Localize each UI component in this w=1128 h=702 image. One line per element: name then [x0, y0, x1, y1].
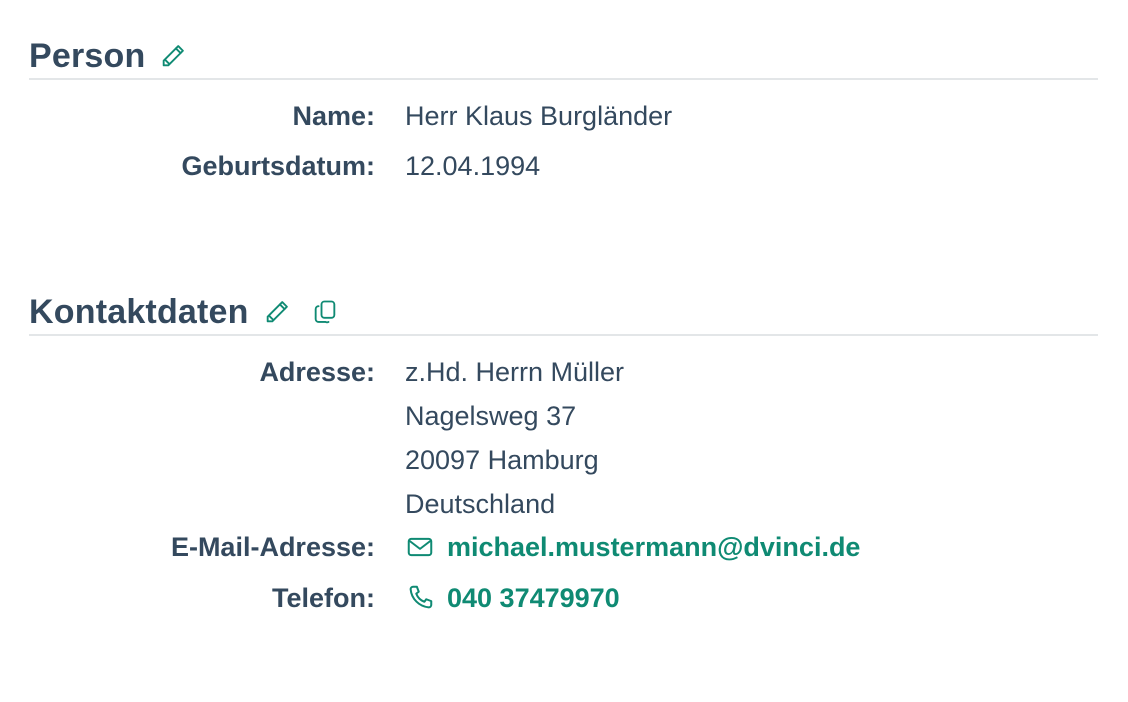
- birthdate-row: Geburtsdatum: 12.04.1994: [29, 144, 1098, 194]
- envelope-icon: [407, 537, 433, 557]
- edit-contact-button[interactable]: [261, 296, 293, 328]
- name-row: Name: Herr Klaus Burgländer: [29, 94, 1098, 144]
- email-link[interactable]: michael.mustermann@dvinci.de: [405, 525, 860, 569]
- phone-icon: [409, 585, 433, 609]
- person-section-header: Person: [29, 36, 1098, 80]
- phone-label: Telefon:: [272, 583, 375, 613]
- phone-link[interactable]: 040 37479970: [405, 576, 620, 620]
- email-value: michael.mustermann@dvinci.de: [405, 525, 860, 575]
- birthdate-value: 12.04.1994: [405, 151, 541, 181]
- edit-person-button[interactable]: [157, 40, 189, 72]
- address-value: z.Hd. Herrn Müller Nagelsweg 37 20097 Ha…: [405, 350, 624, 526]
- pencil-icon: [163, 45, 185, 67]
- contact-section-title: Kontaktdaten: [29, 293, 249, 331]
- name-value: Herr Klaus Burgländer: [405, 101, 673, 131]
- person-details: Name: Herr Klaus Burgländer Geburtsdatum…: [29, 94, 1098, 194]
- address-line: 20097 Hamburg: [405, 445, 599, 475]
- address-row: Adresse: z.Hd. Herrn Müller Nagelsweg 37…: [29, 350, 1098, 525]
- birthdate-label: Geburtsdatum:: [181, 151, 375, 181]
- copy-contact-button[interactable]: [309, 296, 341, 328]
- address-line: Deutschland: [405, 489, 556, 519]
- page: Person Name: Herr Klaus Burgländer Gebur…: [0, 0, 1128, 702]
- person-section: Person Name: Herr Klaus Burgländer Gebur…: [29, 36, 1098, 194]
- copy-icon: [314, 300, 335, 324]
- person-section-title: Person: [29, 37, 146, 75]
- address-line: z.Hd. Herrn Müller: [405, 357, 625, 387]
- email-text: michael.mustermann@dvinci.de: [447, 532, 861, 562]
- phone-text: 040 37479970: [447, 583, 620, 613]
- phone-row: Telefon: 040 37479970: [29, 576, 1098, 627]
- address-line: Nagelsweg 37: [405, 401, 577, 431]
- email-label: E-Mail-Adresse:: [170, 532, 375, 562]
- email-row: E-Mail-Adresse: michael.mustermann@dvinc…: [29, 525, 1098, 576]
- address-label: Adresse:: [259, 357, 375, 387]
- contact-section: Kontaktdaten Adresse: z.Hd. Herrn Müller…: [29, 292, 1098, 627]
- name-label: Name:: [292, 101, 375, 131]
- pencil-icon: [266, 301, 288, 323]
- phone-value: 040 37479970: [405, 576, 620, 626]
- contact-section-header: Kontaktdaten: [29, 292, 1098, 336]
- contact-details: Adresse: z.Hd. Herrn Müller Nagelsweg 37…: [29, 350, 1098, 627]
